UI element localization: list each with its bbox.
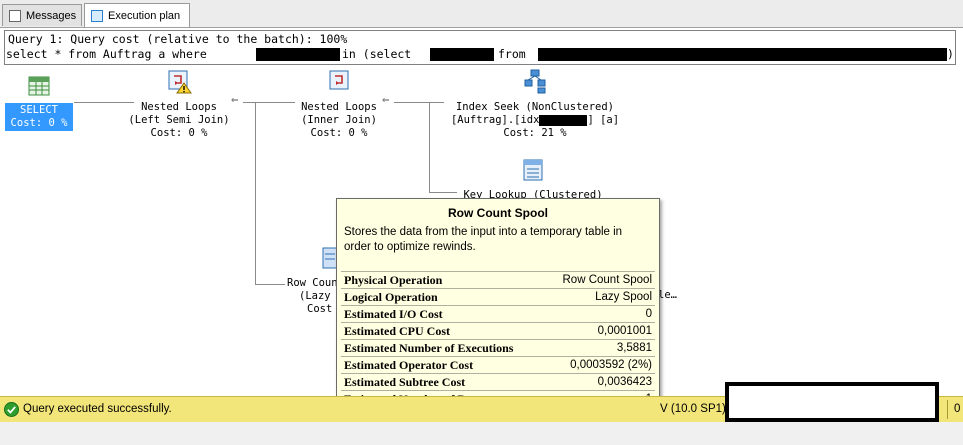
tooltip-row: Logical Operation Lazy Spool xyxy=(341,288,655,306)
bottom-strip xyxy=(0,422,963,445)
index-seek-detail: [Auftrag].[idx] [a] xyxy=(450,114,620,126)
key-lookup-node[interactable]: Key Lookup (Clustered) xyxy=(453,158,613,202)
tooltip-row: Estimated CPU Cost 0,0001001 xyxy=(341,322,655,340)
redacted-column xyxy=(256,48,340,61)
hidden-node-fragment: le… xyxy=(658,289,677,301)
select-node-label: SELECT Cost: 0 % xyxy=(5,103,73,131)
nested-loops-semi-name: Nested Loops xyxy=(141,101,217,113)
nested-loops-left-semi-join-node[interactable]: Nested Loops (Left Semi Join) Cost: 0 % xyxy=(119,68,239,140)
status-right-value: 0 xyxy=(954,403,961,415)
select-node-cost: Cost: 0 % xyxy=(10,117,68,129)
tooltip-description: Stores the data from the input into a te… xyxy=(344,226,623,253)
nested-loops-semi-cost: Cost: 0 % xyxy=(150,127,208,139)
query-header: Query 1: Query cost (relative to the bat… xyxy=(4,30,956,65)
execution-plan-icon xyxy=(91,9,103,22)
nested-loops-inner-join-node[interactable]: Nested Loops (Inner Join) Cost: 0 % xyxy=(279,68,399,140)
nested-loops-inner-detail: (Inner Join) xyxy=(301,114,377,126)
index-seek-icon xyxy=(443,68,627,98)
results-tab-bar: Messages Execution plan xyxy=(0,0,963,28)
nested-loops-icon xyxy=(279,68,399,98)
index-seek-name: Index Seek (NonClustered) xyxy=(455,101,615,113)
query-text-part2: in (select xyxy=(342,47,412,61)
success-check-icon xyxy=(4,402,19,420)
nested-loops-warning-icon xyxy=(119,68,239,98)
tab-messages-label: Messages xyxy=(26,9,77,22)
tooltip-row: Physical Operation Row Count Spool xyxy=(341,271,655,289)
nested-loops-inner-cost: Cost: 0 % xyxy=(310,127,368,139)
status-message: Query executed successfully. xyxy=(23,403,172,415)
connector-nl2-lookup-vertical xyxy=(429,102,430,192)
messages-icon xyxy=(9,9,21,22)
tab-execution-plan-label: Execution plan xyxy=(108,9,181,22)
redacted-subquery-column xyxy=(430,48,494,61)
status-divider xyxy=(947,400,948,419)
query-text-end: ) xyxy=(947,47,954,61)
tooltip-row: Estimated Subtree Cost 0,0036423 xyxy=(341,373,655,391)
redacted-index-name xyxy=(539,114,588,126)
tooltip-title: Row Count Spool xyxy=(448,206,548,220)
select-node[interactable]: SELECT Cost: 0 % xyxy=(5,76,73,131)
spool-detail: (Lazy xyxy=(299,290,331,302)
key-lookup-icon xyxy=(453,158,613,186)
tooltip-row: Estimated Number of Executions 3,5881 xyxy=(341,339,655,357)
redacted-server-info xyxy=(725,382,939,422)
redacted-table xyxy=(538,48,947,61)
connector-nl1-spool-vertical xyxy=(255,102,256,284)
index-seek-node[interactable]: Index Seek (NonClustered) [Auftrag].[idx… xyxy=(443,68,627,140)
spool-cost: Cost xyxy=(307,303,333,315)
query-cost-line: Query 1: Query cost (relative to the bat… xyxy=(8,32,348,46)
index-seek-cost: Cost: 21 % xyxy=(503,127,567,139)
select-table-icon xyxy=(5,76,73,100)
tooltip-row: Estimated I/O Cost 0 xyxy=(341,305,655,323)
nested-loops-inner-name: Nested Loops xyxy=(301,101,377,113)
tab-messages[interactable]: Messages xyxy=(2,4,82,26)
connector-nl2-seek xyxy=(394,102,444,103)
status-version: V (10.0 SP1) xyxy=(660,403,726,415)
tooltip-row: Estimated Operator Cost 0,0003592 (2%) xyxy=(341,356,655,374)
connector-nl1-spool-horizontal xyxy=(255,284,285,285)
tab-execution-plan[interactable]: Execution plan xyxy=(84,3,190,27)
query-text-part3: from xyxy=(498,47,526,61)
nested-loops-semi-detail: (Left Semi Join) xyxy=(128,114,230,126)
row-count-spool-node[interactable]: Row Coun (Lazy Cost xyxy=(287,246,339,316)
spool-name: Row Coun xyxy=(287,277,338,289)
query-text-part1: select * from Auftrag a where xyxy=(6,47,207,61)
status-bar: Query executed successfully. V (10.0 SP1… xyxy=(0,382,963,422)
